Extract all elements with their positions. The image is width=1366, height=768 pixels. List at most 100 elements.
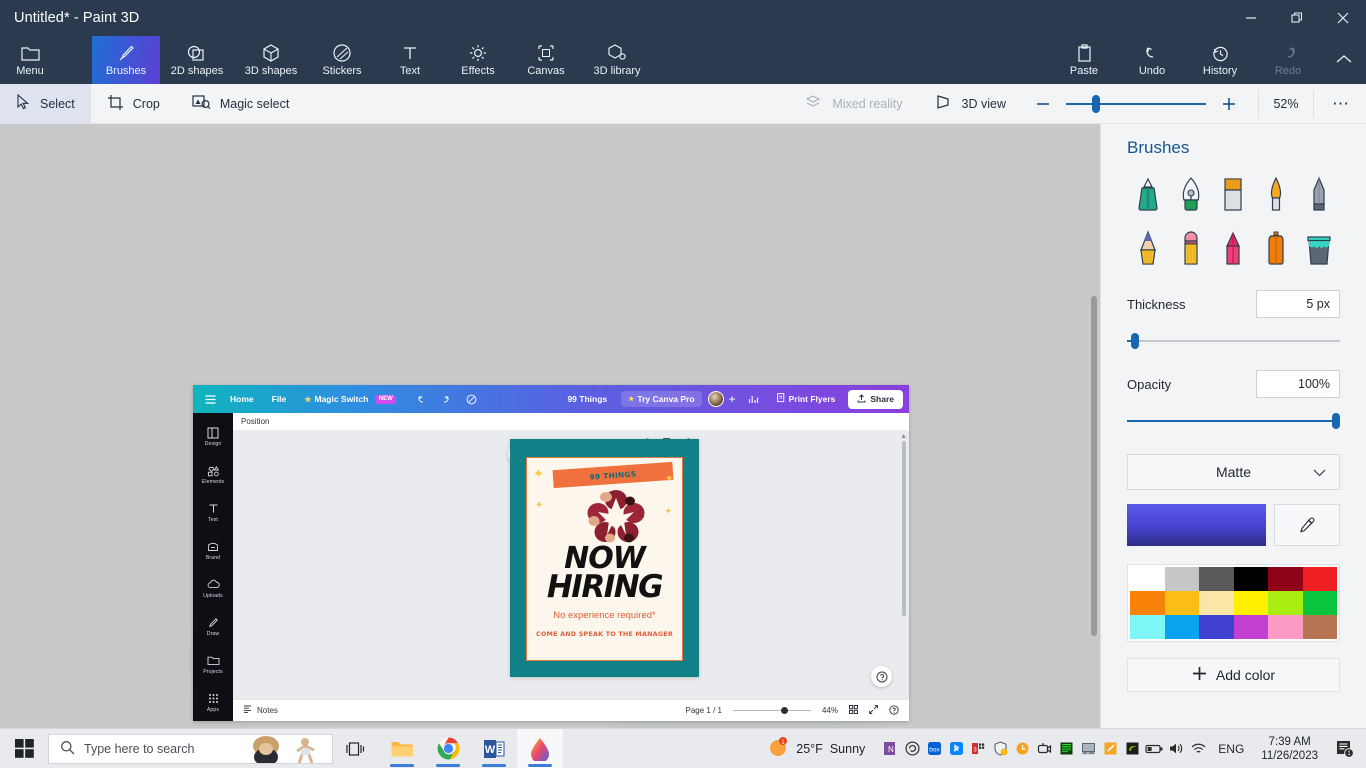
swatch[interactable] xyxy=(1199,615,1234,639)
canva-doc-title[interactable]: 99 Things xyxy=(558,394,616,404)
canva-sidebar-elements[interactable]: Elements xyxy=(193,456,233,493)
current-color-swatch[interactable] xyxy=(1127,504,1266,546)
swatch[interactable] xyxy=(1130,591,1165,615)
thickness-slider[interactable] xyxy=(1127,334,1340,348)
canva-sidebar-text[interactable]: Text xyxy=(193,494,233,531)
taskbar-app-file-explorer[interactable] xyxy=(379,729,425,768)
swatch[interactable] xyxy=(1165,615,1200,639)
brush-fill-bucket[interactable] xyxy=(1300,226,1338,268)
swatch[interactable] xyxy=(1130,567,1165,591)
paint-icon[interactable] xyxy=(1099,729,1121,768)
clock-widget[interactable]: 7:39 AM 11/26/2023 xyxy=(1253,735,1326,763)
canva-zoom-thumb[interactable] xyxy=(781,707,788,714)
brush-pencil[interactable] xyxy=(1129,226,1167,268)
thickness-slider-knob[interactable] xyxy=(1131,333,1139,349)
zoom-in-button[interactable] xyxy=(1216,91,1242,117)
close-button[interactable] xyxy=(1320,0,1366,36)
canva-user-avatar[interactable] xyxy=(708,391,724,407)
brush-watercolor[interactable] xyxy=(1257,172,1295,214)
redo-button[interactable]: Redo xyxy=(1254,36,1322,84)
canva-insights-icon[interactable] xyxy=(743,394,765,404)
tab-canvas[interactable]: Canvas xyxy=(512,36,580,84)
canva-sidebar-brand[interactable]: Brand xyxy=(193,532,233,569)
undo-button[interactable]: Undo xyxy=(1118,36,1186,84)
canva-sidebar-projects[interactable]: Projects xyxy=(193,646,233,683)
swatch[interactable] xyxy=(1303,591,1338,615)
swatch[interactable] xyxy=(1303,567,1338,591)
3d-view-button[interactable]: 3D view xyxy=(919,84,1022,124)
brush-pixel-pen[interactable] xyxy=(1300,172,1338,214)
adobe-icon[interactable] xyxy=(901,729,923,768)
grid-view-icon[interactable] xyxy=(849,705,858,716)
tab-brushes[interactable]: Brushes xyxy=(92,36,160,84)
swatch[interactable] xyxy=(1303,615,1338,639)
canva-add-collaborator-button[interactable]: + xyxy=(729,392,736,406)
rdp-icon[interactable]: 3 xyxy=(967,729,989,768)
taskbar-app-google-chrome[interactable] xyxy=(425,729,471,768)
onenote-icon[interactable]: N xyxy=(879,729,901,768)
canva-redo-icon[interactable] xyxy=(433,395,455,404)
canva-stage-scrollbar[interactable] xyxy=(902,441,906,616)
search-input[interactable]: Type here to search xyxy=(48,734,333,764)
canva-stage[interactable]: ▲ 99 THINGS ✦ ✦ ✦ ✦ xyxy=(233,431,909,699)
brush-marker[interactable] xyxy=(1129,172,1167,214)
zoom-out-button[interactable] xyxy=(1030,91,1056,117)
canva-sidebar-draw[interactable]: Draw xyxy=(193,608,233,645)
swatch[interactable] xyxy=(1165,591,1200,615)
thickness-value-field[interactable]: 5 px xyxy=(1256,290,1340,318)
notification-center-button[interactable]: 1 xyxy=(1326,739,1362,758)
swatch[interactable] xyxy=(1199,591,1234,615)
battery-icon[interactable] xyxy=(1143,729,1165,768)
canva-try-pro-button[interactable]: ★ Try Canva Pro xyxy=(621,391,701,407)
magic-select-button[interactable]: Magic select xyxy=(176,84,305,124)
history-button[interactable]: History xyxy=(1186,36,1254,84)
tab-3d-library[interactable]: 3D library xyxy=(580,36,654,84)
canvas-workspace[interactable]: Home File ★ Magic Switch NEW 99 Thing xyxy=(0,124,1100,734)
canva-undo-icon[interactable] xyxy=(411,395,433,404)
zoom-slider-thumb[interactable] xyxy=(1092,95,1100,113)
canva-sidebar-design[interactable]: Design xyxy=(193,418,233,455)
help-circle-icon[interactable] xyxy=(889,705,899,717)
update-icon[interactable] xyxy=(1011,729,1033,768)
canva-help-button[interactable] xyxy=(871,666,892,687)
display-icon[interactable] xyxy=(1077,729,1099,768)
canva-zoom-slider[interactable] xyxy=(733,706,811,716)
canva-share-button[interactable]: Share xyxy=(848,390,903,409)
box-icon[interactable]: box xyxy=(923,729,945,768)
nvidia-icon[interactable] xyxy=(1121,729,1143,768)
terminal-icon[interactable] xyxy=(1055,729,1077,768)
minimize-button[interactable] xyxy=(1228,0,1274,36)
swatch[interactable] xyxy=(1199,567,1234,591)
material-select[interactable]: Matte xyxy=(1127,454,1340,490)
brush-spray-can[interactable] xyxy=(1257,226,1295,268)
canva-zoom-value[interactable]: 44% xyxy=(822,706,838,715)
swatch[interactable] xyxy=(1234,615,1269,639)
tab-effects[interactable]: Effects xyxy=(444,36,512,84)
brush-oil[interactable] xyxy=(1214,172,1252,214)
poster-design[interactable]: 99 THINGS ✦ ✦ ✦ ✦ xyxy=(510,439,699,677)
add-color-button[interactable]: Add color xyxy=(1127,658,1340,692)
canva-hamburger-icon[interactable] xyxy=(199,395,221,404)
brush-crayon[interactable] xyxy=(1214,226,1252,268)
canva-window-image[interactable]: Home File ★ Magic Switch NEW 99 Thing xyxy=(193,385,909,721)
collapse-ribbon-button[interactable] xyxy=(1322,36,1366,84)
volume-icon[interactable] xyxy=(1165,729,1187,768)
swatch[interactable] xyxy=(1130,615,1165,639)
menu-button[interactable]: Menu xyxy=(0,36,60,84)
zoom-percentage[interactable]: 52% xyxy=(1258,90,1314,118)
canva-notes-button[interactable]: Notes xyxy=(243,705,278,716)
workspace-vertical-scrollbar[interactable] xyxy=(1091,296,1097,636)
security-icon[interactable]: ! xyxy=(989,729,1011,768)
swatch[interactable] xyxy=(1268,615,1303,639)
canva-print-flyers-button[interactable]: Print Flyers xyxy=(770,390,843,408)
canva-menu-magic-switch[interactable]: ★ Magic Switch NEW xyxy=(295,394,405,404)
opacity-value-field[interactable]: 100% xyxy=(1256,370,1340,398)
tab-stickers[interactable]: Stickers xyxy=(308,36,376,84)
maximize-button[interactable] xyxy=(1274,0,1320,36)
language-indicator[interactable]: ENG xyxy=(1209,742,1253,756)
mixed-reality-button[interactable]: Mixed reality xyxy=(788,84,918,124)
opacity-slider-knob[interactable] xyxy=(1332,413,1340,429)
canva-menu-file[interactable]: File xyxy=(263,394,296,404)
bluetooth-icon[interactable] xyxy=(945,729,967,768)
weather-widget[interactable]: 1 25°F Sunny xyxy=(767,736,865,761)
